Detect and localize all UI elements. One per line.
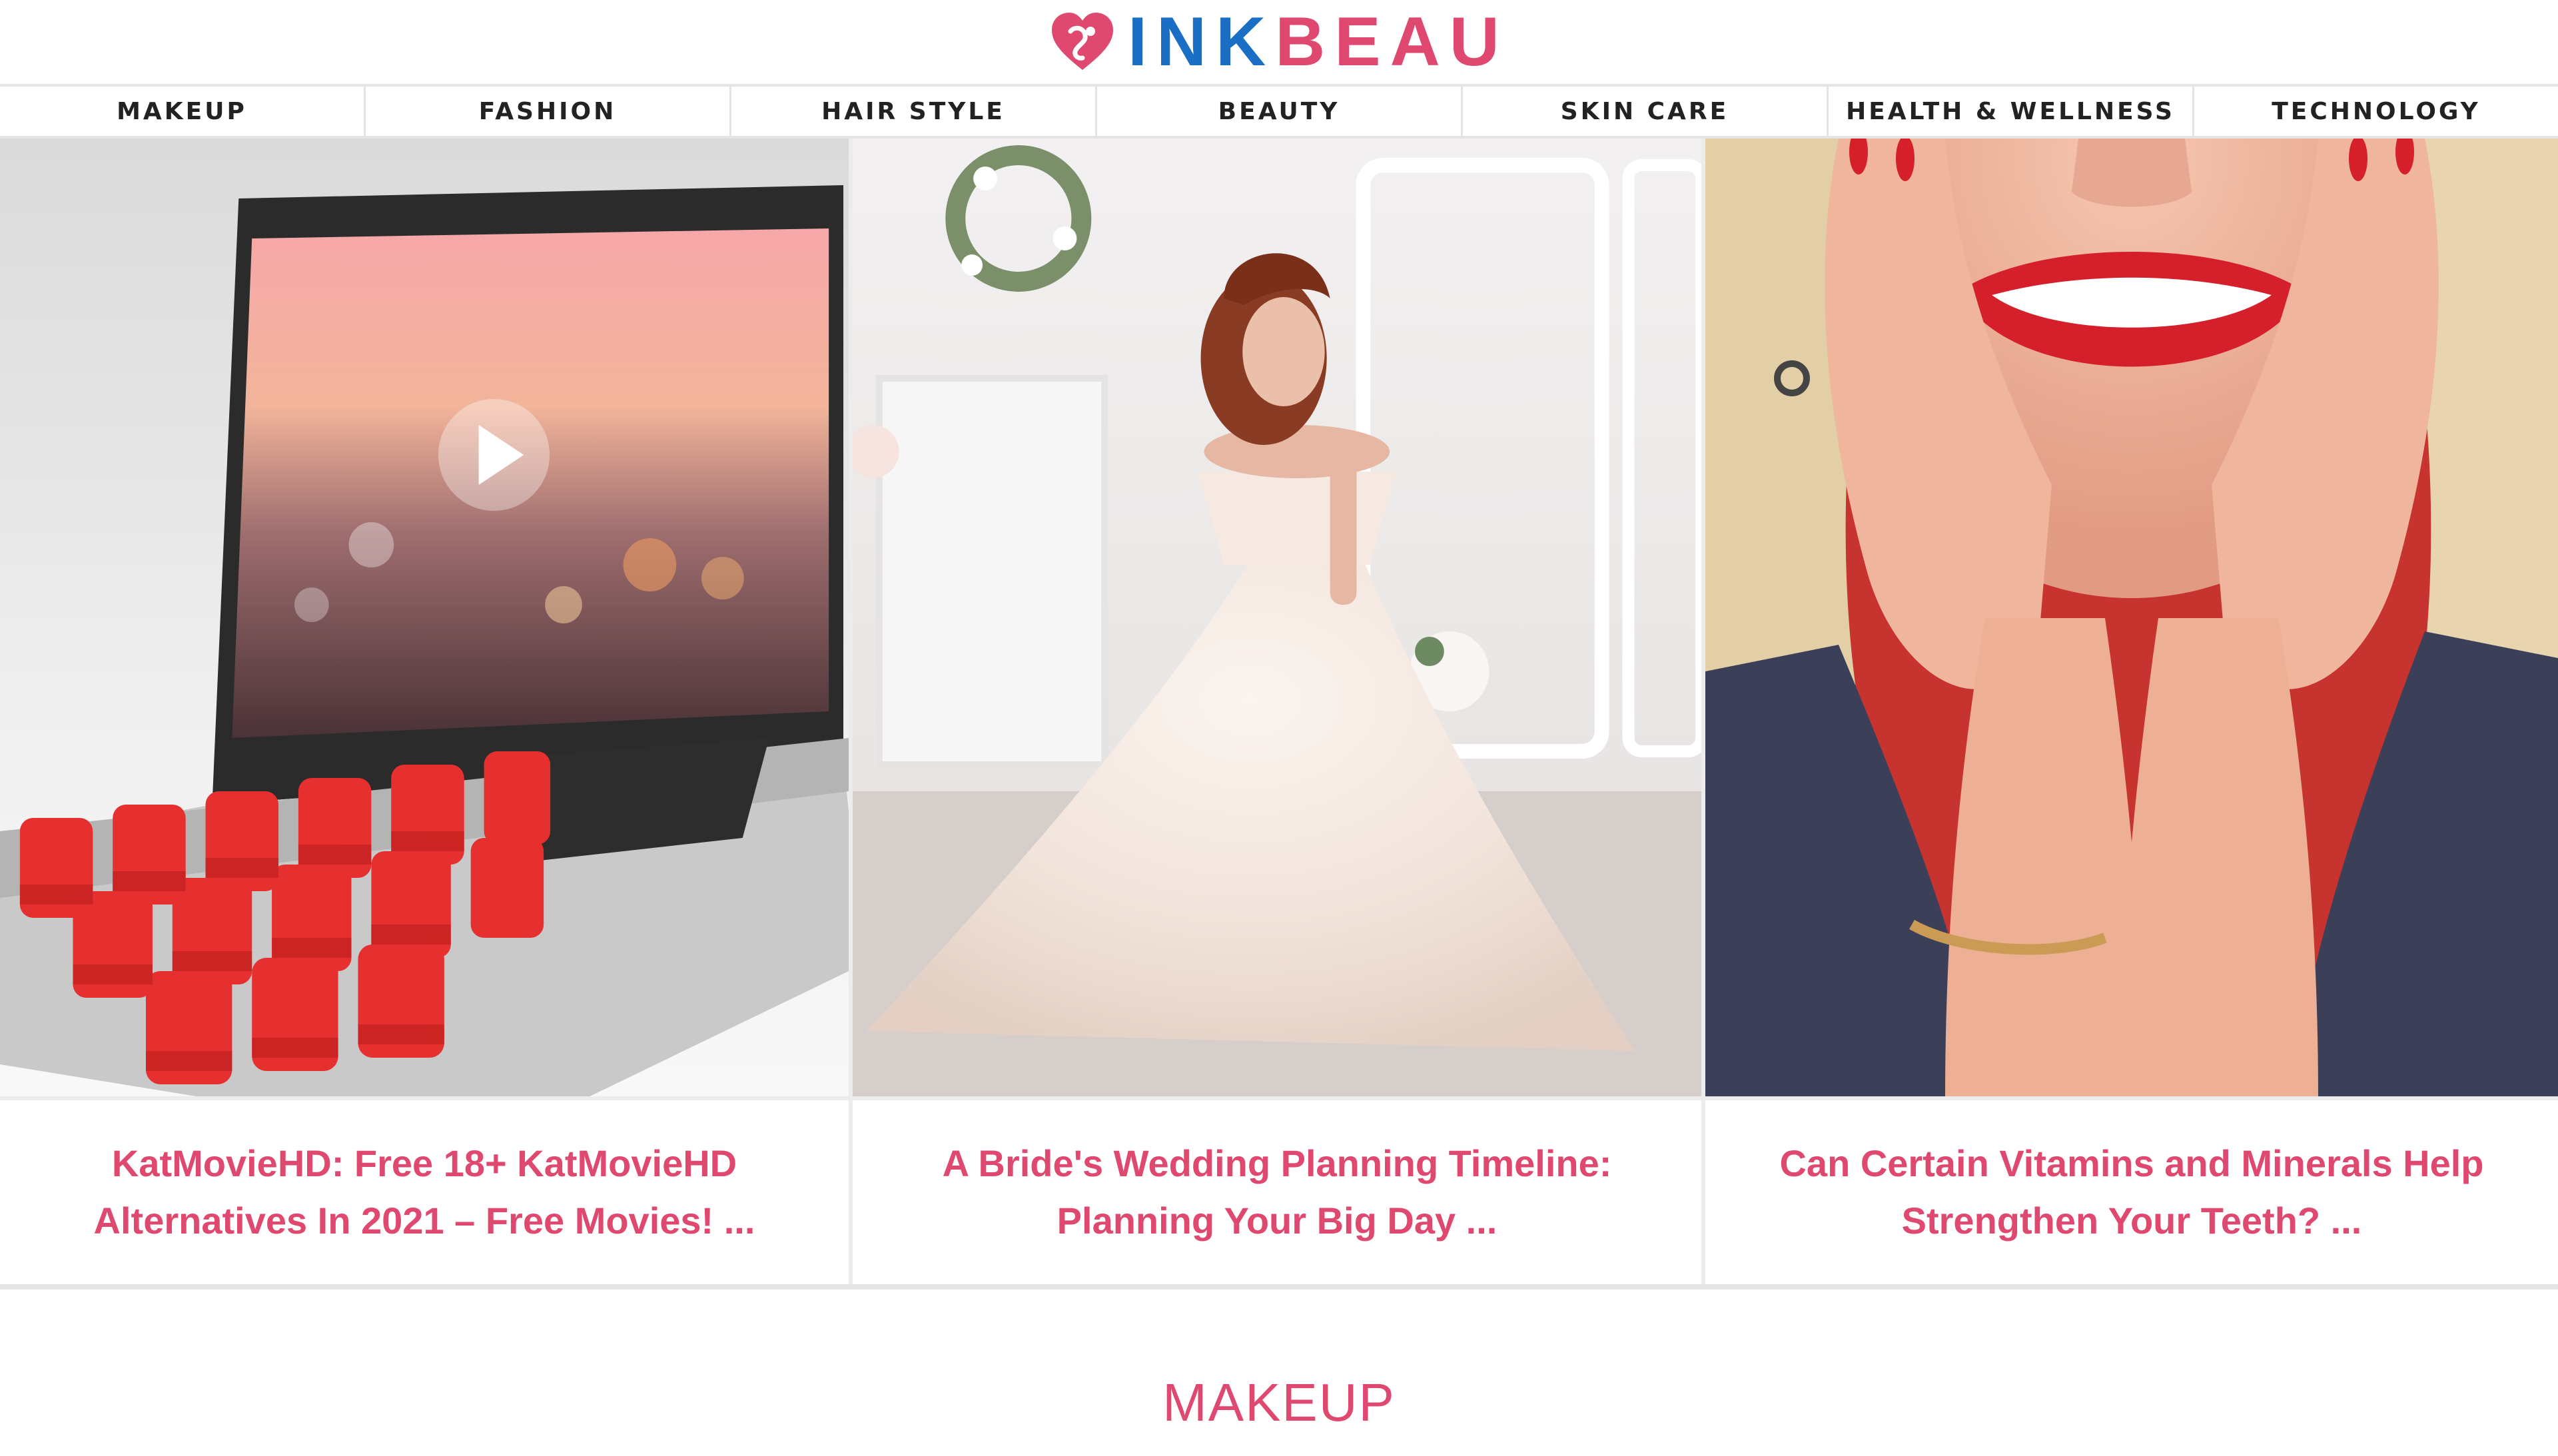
post-title[interactable]: Can Certain Vitamins and Minerals Help S… xyxy=(1705,1096,2558,1284)
post-card[interactable]: A Bride's Wedding Planning Timeline: Pla… xyxy=(853,139,1705,1284)
section-title: MAKEUP xyxy=(1162,1373,1396,1432)
post-image-laptop-cinema[interactable] xyxy=(0,139,849,1096)
post-image-bride[interactable] xyxy=(853,139,1701,1096)
main-nav: MAKEUP FASHION HAIR STYLE BEAUTY SKIN CA… xyxy=(0,84,2558,139)
logo-wordmark: INKBEAU xyxy=(1128,7,1509,77)
post-title[interactable]: A Bride's Wedding Planning Timeline: Pla… xyxy=(853,1096,1701,1284)
site-header: INKBEAU xyxy=(0,0,2558,84)
nav-item-technology[interactable]: TECHNOLOGY xyxy=(2194,87,2558,136)
logo-text-beau: BEAU xyxy=(1275,3,1509,81)
nav-item-hair-style[interactable]: HAIR STYLE xyxy=(731,87,1097,136)
post-card[interactable]: Can Certain Vitamins and Minerals Help S… xyxy=(1705,139,2558,1284)
nav-item-skin-care[interactable]: SKIN CARE xyxy=(1463,87,1829,136)
post-card[interactable]: KatMovieHD: Free 18+ KatMovieHD Alternat… xyxy=(0,139,853,1284)
heart-logo-icon xyxy=(1052,13,1114,70)
nav-item-beauty[interactable]: BEAUTY xyxy=(1097,87,1463,136)
nav-item-health-wellness[interactable]: HEALTH & WELLNESS xyxy=(1829,87,2194,136)
featured-posts: KatMovieHD: Free 18+ KatMovieHD Alternat… xyxy=(0,139,2558,1289)
nav-item-fashion[interactable]: FASHION xyxy=(366,87,731,136)
site-logo[interactable]: INKBEAU xyxy=(1049,7,1509,77)
post-title[interactable]: KatMovieHD: Free 18+ KatMovieHD Alternat… xyxy=(0,1096,849,1284)
logo-text-ink: INK xyxy=(1128,3,1276,81)
post-image-smiling-woman[interactable] xyxy=(1705,139,2558,1096)
nav-item-makeup[interactable]: MAKEUP xyxy=(0,87,366,136)
